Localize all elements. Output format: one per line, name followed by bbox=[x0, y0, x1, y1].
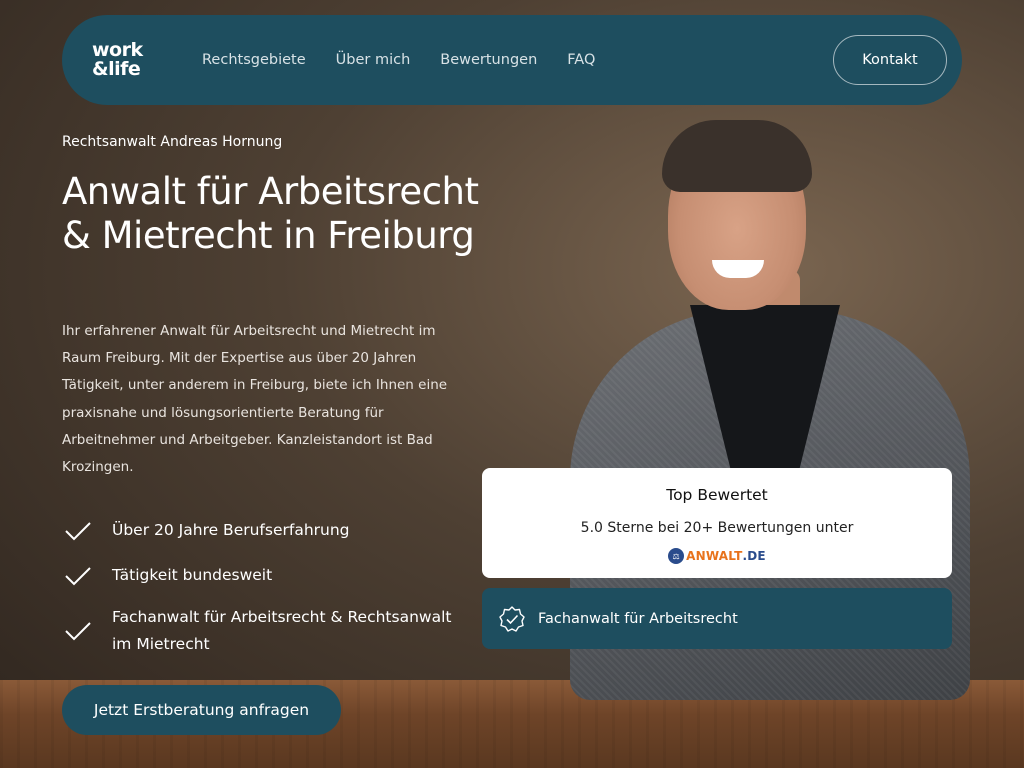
consultation-cta-button[interactable]: Jetzt Erstberatung anfragen bbox=[62, 685, 341, 735]
check-icon bbox=[65, 521, 91, 540]
nav-link-ueber-mich[interactable]: Über mich bbox=[336, 52, 411, 68]
rating-title: Top Bewertet bbox=[666, 486, 768, 504]
specialist-badge: Fachanwalt für Arbeitsrecht bbox=[482, 588, 952, 649]
logo-line-2: &life bbox=[92, 58, 141, 80]
hero-title: Anwalt für Arbeitsrecht & Mietrecht in F… bbox=[62, 170, 479, 257]
nav-link-rechtsgebiete[interactable]: Rechtsgebiete bbox=[202, 52, 306, 68]
rating-card: Top Bewertet 5.0 Sterne bei 20+ Bewertun… bbox=[482, 468, 952, 578]
anwalt-logo-tld: .DE bbox=[742, 549, 766, 563]
anwalt-logo-text: ANWALT bbox=[686, 549, 743, 563]
portrait-hair bbox=[662, 120, 812, 192]
contact-button[interactable]: Kontakt bbox=[833, 35, 947, 85]
checklist-label: Fachanwalt für Arbeitsrecht & Rechtsanwa… bbox=[112, 608, 452, 653]
work-life-logo[interactable]: work &life bbox=[92, 41, 152, 79]
checklist-label: Über 20 Jahre Berufserfahrung bbox=[112, 521, 350, 539]
checklist-label: Tätigkeit bundesweit bbox=[112, 566, 273, 584]
anwalt-de-logo[interactable]: ⚖ ANWALT .DE bbox=[482, 548, 952, 564]
checklist-item: Über 20 Jahre Berufserfahrung bbox=[62, 508, 472, 553]
checklist-item: Fachanwalt für Arbeitsrecht & Rechtsanwa… bbox=[62, 600, 472, 662]
hero-eyebrow: Rechtsanwalt Andreas Hornung bbox=[62, 134, 283, 150]
nav-link-faq[interactable]: FAQ bbox=[567, 52, 595, 68]
feature-checklist: Über 20 Jahre Berufserfahrung Tätigkeit … bbox=[62, 508, 472, 662]
specialist-badge-label: Fachanwalt für Arbeitsrecht bbox=[538, 610, 738, 627]
nav-link-bewertungen[interactable]: Bewertungen bbox=[440, 52, 537, 68]
verified-badge-icon bbox=[499, 605, 525, 632]
checklist-item: Tätigkeit bundesweit bbox=[62, 553, 472, 598]
nav-links: Rechtsgebiete Über mich Bewertungen FAQ bbox=[202, 15, 625, 105]
top-navigation: work &life Rechtsgebiete Über mich Bewer… bbox=[62, 15, 962, 105]
check-icon bbox=[65, 622, 91, 641]
rating-text: 5.0 Sterne bei 20+ Bewertungen unter bbox=[580, 520, 854, 536]
anwalt-logo-icon: ⚖ bbox=[668, 548, 685, 564]
check-icon bbox=[65, 566, 91, 585]
hero-description: Ihr erfahrener Anwalt für Arbeitsrecht u… bbox=[62, 323, 448, 476]
